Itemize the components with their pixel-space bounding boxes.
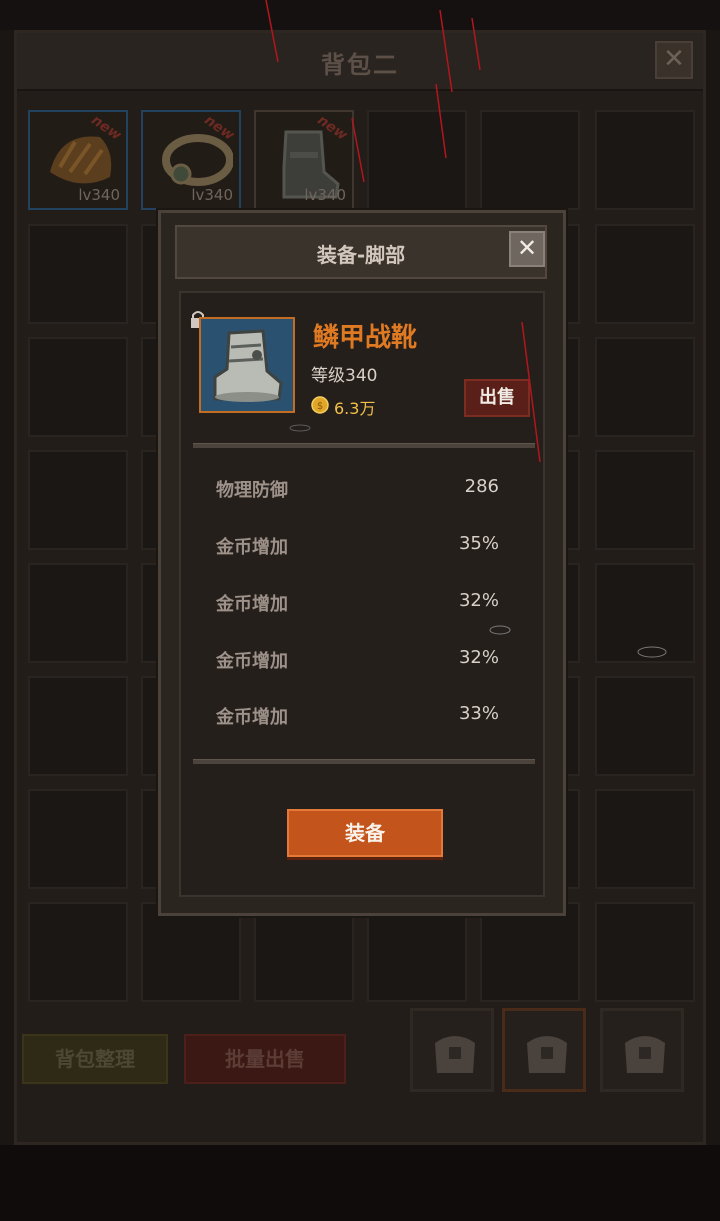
svg-text:$: $ [317, 401, 323, 412]
item-price: 6.3万 [334, 399, 376, 418]
stat-value: 33% [458, 703, 499, 724]
bag-slot-empty[interactable] [28, 676, 128, 776]
bottom-bar [0, 1145, 720, 1221]
bag-slot-item[interactable]: new lv340 [254, 110, 354, 210]
bag-slot-empty[interactable] [28, 337, 128, 437]
stat-value: 32% [458, 590, 499, 611]
item-level: lv340 [78, 186, 120, 204]
bag-tab-1[interactable] [410, 1008, 494, 1092]
item-portrait [199, 317, 295, 413]
equip-button[interactable]: 装备 [287, 809, 443, 857]
divider [193, 759, 535, 764]
bag-slot-item[interactable]: new lv340 [141, 110, 241, 210]
bag-slot-empty[interactable] [480, 902, 580, 1002]
bag-slot-empty[interactable] [367, 902, 467, 1002]
bag-slot-empty[interactable] [595, 224, 695, 324]
iron-boots-icon [201, 319, 293, 411]
bag-slot-empty[interactable] [254, 902, 354, 1002]
bag-tab-3[interactable] [600, 1008, 684, 1092]
equipment-dialog: 装备-脚部 ✕ 鳞甲战靴 等级340 $ 6.3万 出售 物理防御 286 金币… [158, 210, 566, 916]
stat-value: 35% [458, 533, 499, 554]
gold-coin-icon: $ [311, 396, 329, 414]
bag-slot-empty[interactable] [28, 450, 128, 550]
divider [193, 443, 535, 448]
bag-slot-empty[interactable] [28, 902, 128, 1002]
dialog-title: 装备-脚部 [316, 243, 406, 267]
bag-slot-empty[interactable] [28, 563, 128, 663]
stat-name: 物理防御 [216, 480, 288, 501]
bag-slot-empty[interactable] [595, 450, 695, 550]
bag-title: 背包二 [321, 51, 399, 79]
backpack-icon [435, 1036, 475, 1073]
bag-slot-empty[interactable] [595, 563, 695, 663]
stat-name: 金币增加 [216, 707, 288, 728]
bag-slot-empty[interactable] [28, 789, 128, 889]
bag-slot-empty[interactable] [367, 110, 467, 210]
bag-slot-empty[interactable] [28, 224, 128, 324]
bag-slot-empty[interactable] [595, 110, 695, 210]
bag-slot-empty[interactable] [595, 337, 695, 437]
backpack-icon [527, 1036, 567, 1073]
stat-name: 金币增加 [216, 537, 288, 558]
bag-slot-empty[interactable] [595, 789, 695, 889]
bag-slot-empty[interactable] [595, 902, 695, 1002]
item-level: lv340 [191, 186, 233, 204]
item-level: lv340 [304, 186, 346, 204]
bag-slot-empty[interactable] [480, 110, 580, 210]
sort-bag-button[interactable]: 背包整理 [22, 1034, 168, 1084]
dialog-close-button[interactable]: ✕ [509, 231, 545, 267]
bag-slot-item[interactable]: new lv340 [28, 110, 128, 210]
bag-close-button[interactable]: ✕ [655, 41, 693, 79]
bag-slot-empty[interactable] [595, 676, 695, 776]
dialog-header: 装备-脚部 [175, 225, 547, 279]
stat-name: 金币增加 [216, 594, 288, 615]
batch-sell-button[interactable]: 批量出售 [184, 1034, 346, 1084]
bag-header: 背包二 ✕ [17, 33, 703, 91]
stat-name: 金币增加 [216, 651, 288, 672]
item-level: 等级340 [311, 366, 378, 386]
item-name: 鳞甲战靴 [313, 323, 418, 353]
sell-item-button[interactable]: 出售 [464, 379, 530, 417]
bag-slot-empty[interactable] [141, 902, 241, 1002]
bag-tab-2[interactable] [502, 1008, 586, 1092]
backpack-icon [625, 1036, 665, 1073]
top-background [0, 0, 720, 30]
stat-value: 32% [458, 647, 499, 668]
stat-value: 286 [464, 476, 499, 497]
